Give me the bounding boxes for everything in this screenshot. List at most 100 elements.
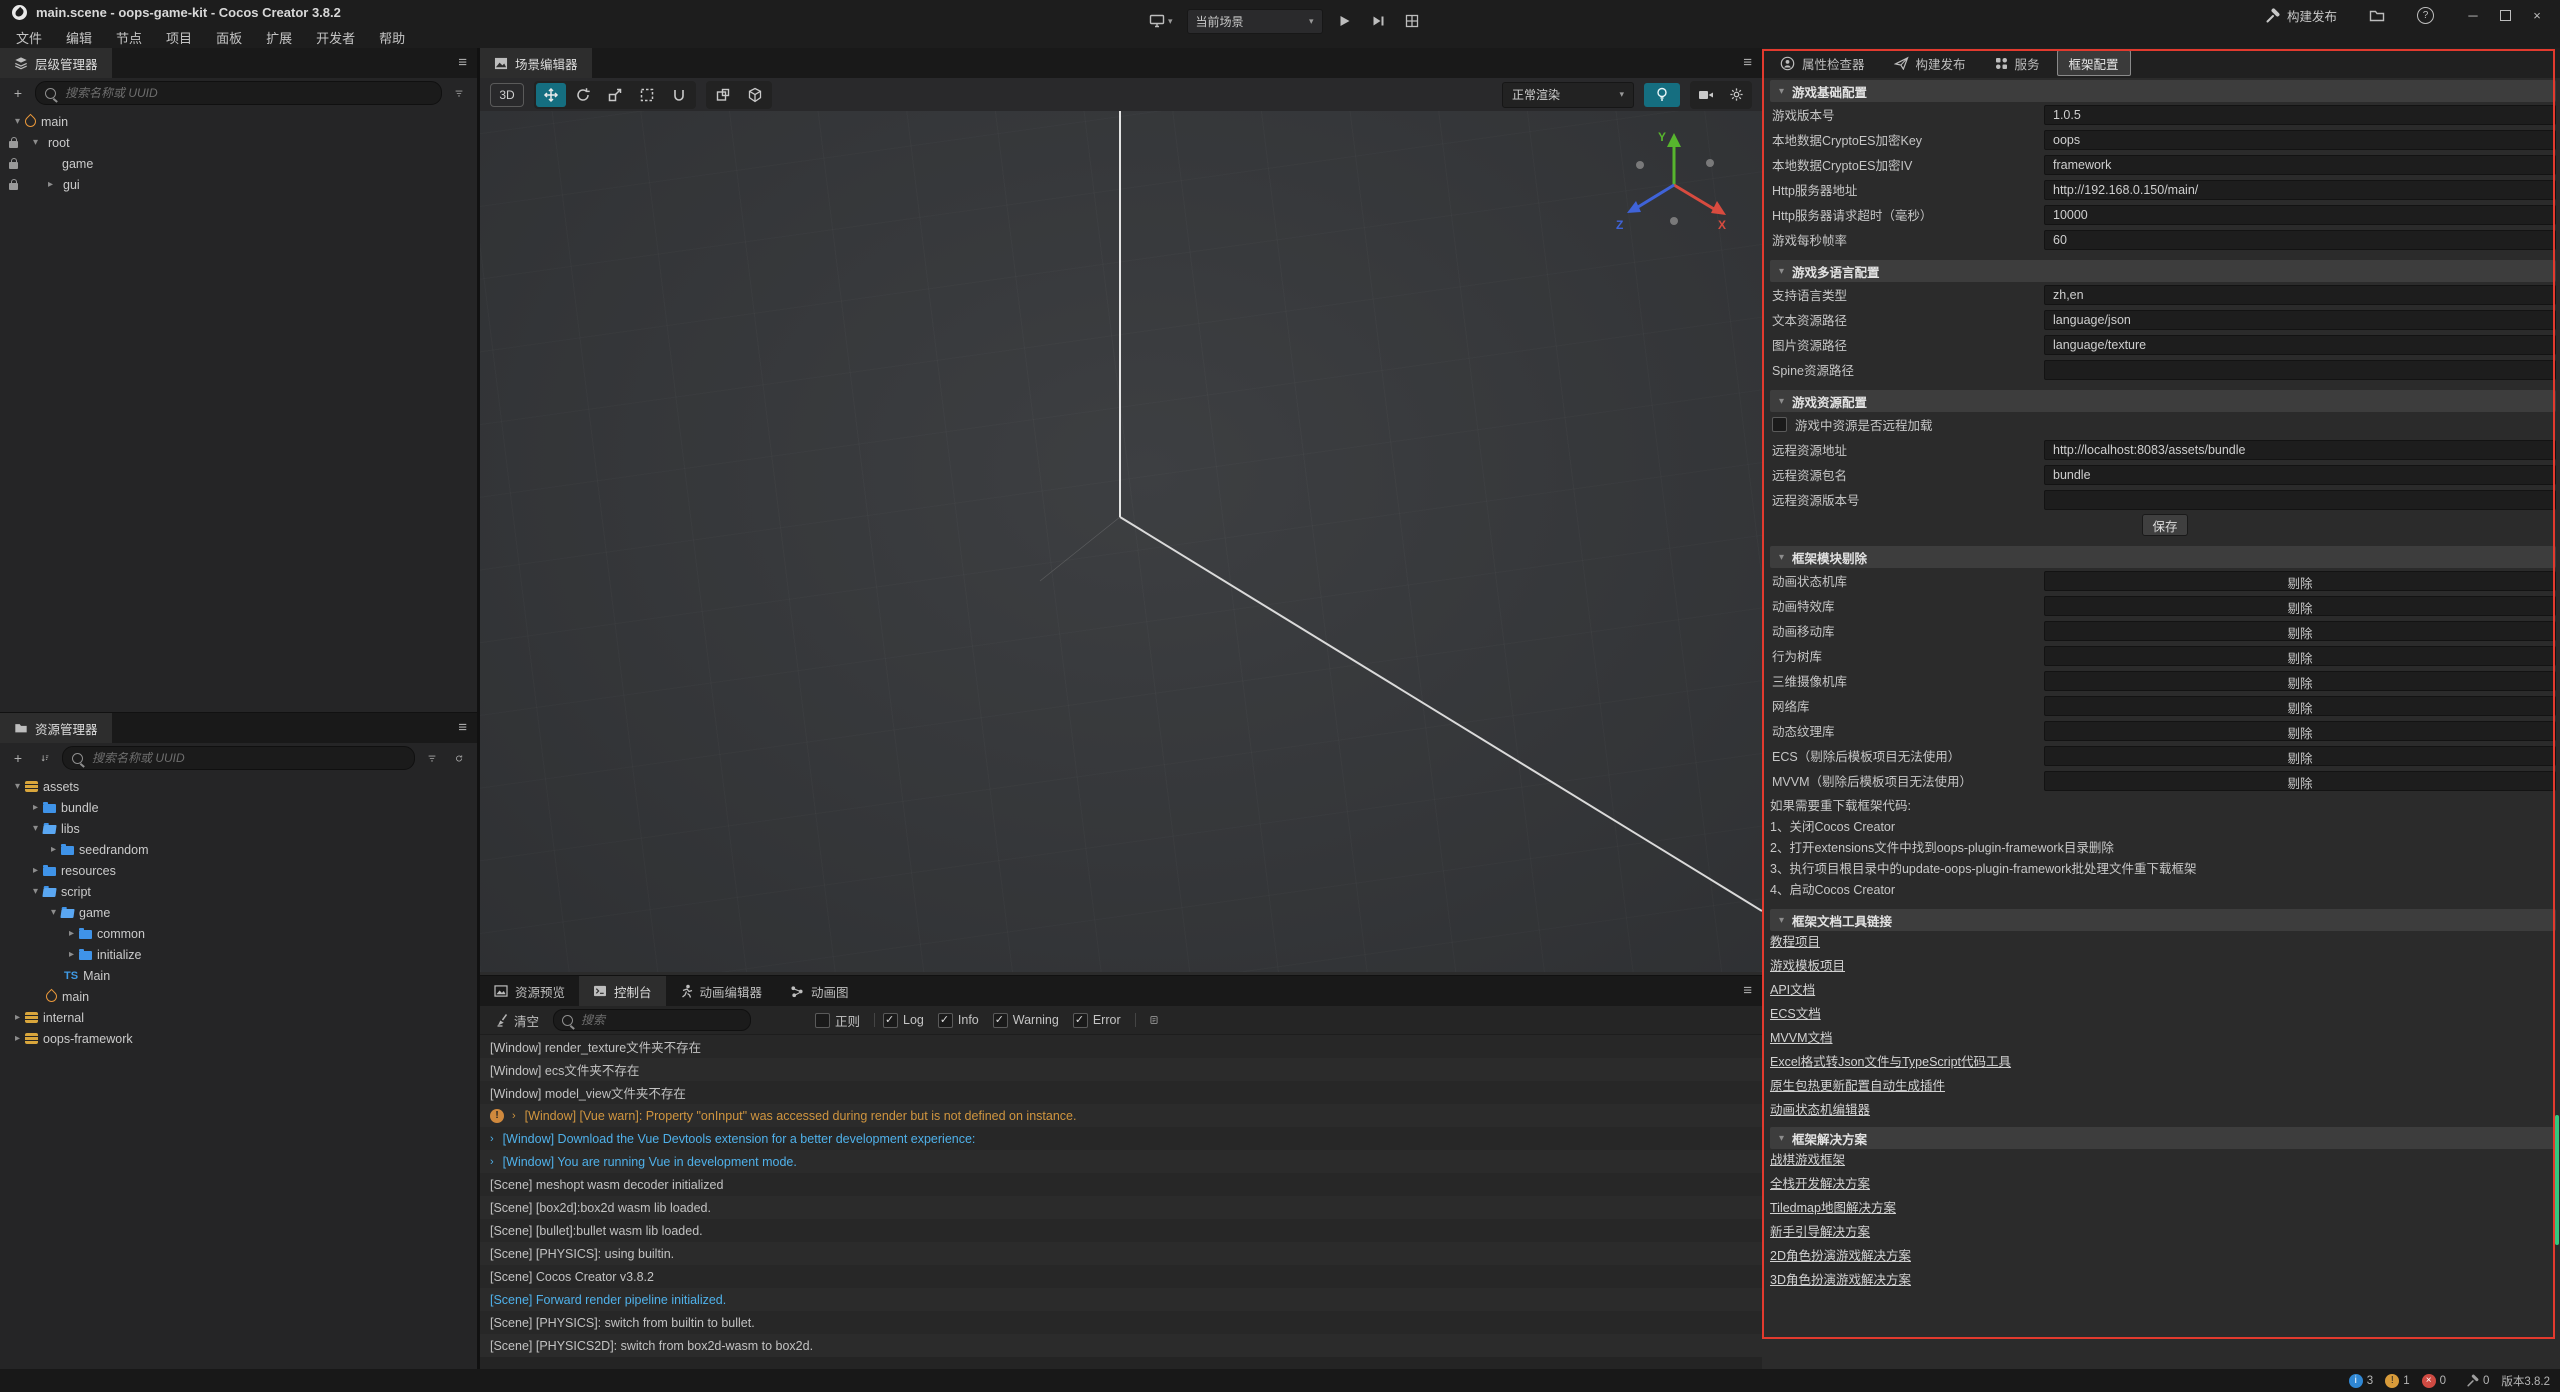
menu-developer[interactable]: 开发者 xyxy=(304,25,367,50)
scale-tool-button[interactable] xyxy=(600,83,630,107)
image-res-path-input[interactable] xyxy=(2044,335,2556,355)
link-template-project[interactable]: 游戏模板项目 xyxy=(1770,959,1845,974)
remove-camera3d-button[interactable]: 剔除 xyxy=(2044,671,2556,691)
tab-property-inspector[interactable]: 属性检查器 xyxy=(1768,50,1877,76)
expand-icon[interactable]: › xyxy=(512,1110,516,1122)
remove-effect-button[interactable]: 剔除 xyxy=(2044,596,2556,616)
link-3d-rpg-solution[interactable]: 3D角色扮演游戏解决方案 xyxy=(1770,1273,1911,1288)
scene-menu-icon[interactable]: ≡ xyxy=(1743,55,1752,70)
collapse-log-button[interactable] xyxy=(1144,1010,1164,1030)
tab-animation-graph[interactable]: 动画图 xyxy=(776,976,863,1006)
asset-initialize[interactable]: ▸initialize xyxy=(0,944,477,965)
remove-dynamic-texture-button[interactable]: 剔除 xyxy=(2044,721,2556,741)
chevron-closed-icon[interactable]: ▸ xyxy=(46,844,61,855)
languages-input[interactable] xyxy=(2044,285,2556,305)
ui-transform-tool-button[interactable] xyxy=(664,83,694,107)
scene-gizmo-settings-button[interactable] xyxy=(1722,83,1750,107)
close-button[interactable]: × xyxy=(2524,5,2550,25)
menu-help[interactable]: 帮助 xyxy=(367,25,417,50)
link-tactics-framework[interactable]: 战棋游戏框架 xyxy=(1770,1153,1845,1168)
remove-ecs-button[interactable]: 剔除 xyxy=(2044,746,2556,766)
tab-build-publish[interactable]: 构建发布 xyxy=(1882,50,1978,76)
chevron-closed-icon[interactable]: ▸ xyxy=(64,928,79,939)
error-count-badge[interactable]: × 0 xyxy=(2422,1374,2446,1388)
coordinate-space-button[interactable] xyxy=(740,83,770,107)
scene-select-dropdown[interactable]: 当前场景 ▾ xyxy=(1187,9,1323,34)
info-count-badge[interactable]: i 3 xyxy=(2349,1374,2373,1388)
menu-extension[interactable]: 扩展 xyxy=(254,25,304,50)
tab-framework-config[interactable]: 框架配置 xyxy=(2057,50,2131,76)
chevron-open-icon[interactable]: ▾ xyxy=(28,137,43,148)
expand-icon[interactable]: › xyxy=(490,1156,494,1168)
link-api-docs[interactable]: API文档 xyxy=(1770,983,1815,998)
link-fullstack-solution[interactable]: 全栈开发解决方案 xyxy=(1770,1177,1870,1192)
rect-tool-button[interactable] xyxy=(632,83,662,107)
chevron-open-icon[interactable]: ▾ xyxy=(28,886,43,897)
tab-assets[interactable]: 资源管理器 xyxy=(0,713,112,743)
tab-services[interactable]: 服务 xyxy=(1983,50,2052,76)
asset-internal[interactable]: ▸internal xyxy=(0,1007,477,1028)
inspector-scrollbar-thumb[interactable] xyxy=(2555,1115,2559,1245)
refresh-assets-button[interactable] xyxy=(449,748,469,768)
hierarchy-filter-button[interactable] xyxy=(449,83,469,103)
chevron-open-icon[interactable]: ▾ xyxy=(28,823,43,834)
menu-edit[interactable]: 编辑 xyxy=(54,25,104,50)
asset-assets[interactable]: ▾assets xyxy=(0,776,477,797)
node-root[interactable]: ▾ root xyxy=(0,132,477,153)
remote-url-input[interactable] xyxy=(2044,440,2556,460)
section-module-trim[interactable]: ▾框架模块剔除 xyxy=(1770,546,2556,568)
checkbox-icon[interactable] xyxy=(1772,417,1787,432)
render-mode-dropdown[interactable]: 正常渲染 ▾ xyxy=(1502,82,1634,108)
warning-count-badge[interactable]: ! 1 xyxy=(2385,1374,2409,1388)
assets-search[interactable] xyxy=(62,746,415,770)
link-excel-to-json-tool[interactable]: Excel格式转Json文件与TypeScript代码工具 xyxy=(1770,1055,2011,1070)
link-guide-solution[interactable]: 新手引导解决方案 xyxy=(1770,1225,1870,1240)
pivot-toggle-button[interactable] xyxy=(708,83,738,107)
link-2d-rpg-solution[interactable]: 2D角色扮演游戏解决方案 xyxy=(1770,1249,1911,1264)
node-game[interactable]: game xyxy=(0,153,477,174)
preview-device-button[interactable]: ▾ xyxy=(1143,9,1179,33)
step-frame-button[interactable] xyxy=(1365,9,1391,33)
section-resource-config[interactable]: ▾游戏资源配置 xyxy=(1770,390,2556,412)
sort-assets-button[interactable] xyxy=(35,748,55,768)
section-basic-config[interactable]: ▾游戏基础配置 xyxy=(1770,80,2556,102)
menu-node[interactable]: 节点 xyxy=(104,25,154,50)
axis-gizmo[interactable]: Y X Z xyxy=(1614,123,1734,235)
info-row[interactable]: !›[Window] Download the Vue Devtools ext… xyxy=(480,1127,1762,1150)
menu-file[interactable]: 文件 xyxy=(4,25,54,50)
chevron-closed-icon[interactable]: ▸ xyxy=(64,949,79,960)
assets-filter-button[interactable] xyxy=(422,748,442,768)
tab-hierarchy[interactable]: 层级管理器 xyxy=(0,48,112,78)
asset-oops-framework[interactable]: ▸oops-framework xyxy=(0,1028,477,1049)
node-main[interactable]: ▾ main xyxy=(0,111,477,132)
filter-info-checkbox[interactable]: Info xyxy=(938,1013,979,1028)
tab-console[interactable]: 控制台 xyxy=(579,976,666,1006)
http-timeout-input[interactable] xyxy=(2044,205,2556,225)
console-menu-icon[interactable]: ≡ xyxy=(1743,983,1752,998)
filter-log-checkbox[interactable]: Log xyxy=(883,1013,924,1028)
http-server-input[interactable] xyxy=(2044,180,2556,200)
remove-move-button[interactable]: 剔除 xyxy=(2044,621,2556,641)
help-button[interactable]: ? xyxy=(2411,3,2440,27)
lighting-toggle-button[interactable] xyxy=(1644,83,1680,107)
section-solutions[interactable]: ▾框架解决方案 xyxy=(1770,1127,2556,1149)
chevron-closed-icon[interactable]: ▸ xyxy=(43,179,58,190)
section-i18n-config[interactable]: ▾游戏多语言配置 xyxy=(1770,260,2556,282)
text-res-path-input[interactable] xyxy=(2044,310,2556,330)
maximize-button[interactable] xyxy=(2492,5,2518,25)
warning-row[interactable]: !›[Window] [Vue warn]: Property "onInput… xyxy=(480,1104,1762,1127)
remove-network-button[interactable]: 剔除 xyxy=(2044,696,2556,716)
chevron-open-icon[interactable]: ▾ xyxy=(10,781,25,792)
open-project-folder-button[interactable] xyxy=(2363,3,2391,27)
task-count-badge[interactable]: 0 xyxy=(2466,1374,2489,1387)
link-animator-editor[interactable]: 动画状态机编辑器 xyxy=(1770,1103,1870,1118)
console-search[interactable] xyxy=(553,1009,751,1031)
tab-asset-preview[interactable]: 资源预览 xyxy=(480,976,579,1006)
console-search-input[interactable] xyxy=(579,1012,742,1028)
remove-behavior-tree-button[interactable]: 剔除 xyxy=(2044,646,2556,666)
filter-warning-checkbox[interactable]: Warning xyxy=(993,1013,1059,1028)
link-mvvm-docs[interactable]: MVVM文档 xyxy=(1770,1031,1833,1046)
create-node-button[interactable]: + xyxy=(8,83,28,103)
clear-console-button[interactable]: 清空 xyxy=(490,1010,545,1031)
filter-error-checkbox[interactable]: Error xyxy=(1073,1013,1121,1028)
